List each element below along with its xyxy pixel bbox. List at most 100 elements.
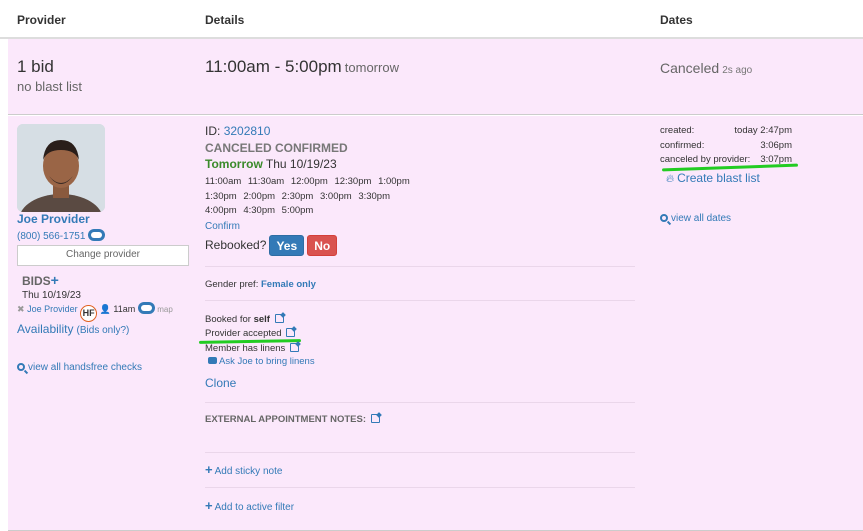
view-all-dates-link[interactable]: view all dates [660,213,731,224]
time-slots-row-3: 4:00pm 4:30pm 5:00pm [205,205,317,216]
rebooked-label: Rebooked? [205,238,267,252]
time-slot[interactable]: 4:30pm [243,205,275,216]
fire-icon: 🔥︎ [666,173,675,185]
status-text: Canceled [660,60,720,76]
id-value-link[interactable]: 3202810 [224,124,271,138]
time-slot[interactable]: 4:00pm [205,205,237,216]
confirmed-date: confirmed: 3:06pm [660,140,792,151]
map-link[interactable]: map [157,305,173,314]
plus-icon: + [205,462,213,477]
time-slot[interactable]: 1:30pm [205,191,237,202]
canceled-label: canceled by provider: [660,154,751,165]
time-slot[interactable]: 2:00pm [243,191,275,202]
time-slot[interactable]: 3:00pm [320,191,352,202]
view-all-dates-label: view all dates [671,213,732,224]
remove-bid-icon[interactable]: ✖ [17,304,25,314]
status-ago: 2s ago [722,65,753,76]
bids-header: BIDS+ [22,272,59,288]
created-date: created: today 2:47pm [660,125,792,136]
zoom-icon [660,214,668,222]
created-value: today 2:47pm [734,125,792,136]
provider-accepted-label: Provider accepted [205,328,282,339]
section-divider [205,452,635,453]
edit-icon[interactable] [274,314,284,323]
member-linens: Member has linens [205,343,299,354]
rebooked-yes-button[interactable]: Yes [269,235,305,256]
add-sticky-note-link[interactable]: + Add sticky note [205,462,282,477]
provider-name-link[interactable]: Joe Provider [17,212,90,226]
confirmed-value: 3:06pm [760,140,792,151]
bids-only-link[interactable]: (Bids only?) [77,325,130,336]
confirmation-status: CANCELED CONFIRMED [205,141,348,155]
section-divider [205,266,635,267]
clone-link[interactable]: Clone [205,376,236,390]
bid-time: 11am [113,304,136,314]
appointment-status: Canceled 2s ago [660,60,752,76]
rebooked-row: Rebooked? Yes No [205,235,338,256]
time-slots-row-1: 11:00am 11:30am 12:00pm 12:30pm 1:00pm [205,176,414,187]
confirm-link[interactable]: Confirm [205,221,240,232]
booked-for: Booked for self [205,314,284,325]
summary-row[interactable] [8,39,863,115]
change-provider-input[interactable]: Change provider [17,245,189,266]
add-bid-plus-icon[interactable]: + [51,272,59,288]
bid-entry: ✖ Joe Provider HF 👤 11am map [17,302,173,322]
time-slot[interactable]: 5:00pm [282,205,314,216]
gender-value-link[interactable]: Female only [261,279,316,290]
column-header-details: Details [205,13,245,27]
ask-linens-link[interactable]: Ask Joe to bring linens [208,356,315,367]
comment-icon [208,357,217,364]
gender-label: Gender pref: [205,279,259,290]
external-notes: EXTERNAL APPOINTMENT NOTES: [205,414,380,425]
provider-accepted: Provider accepted [205,328,296,339]
time-slot[interactable]: 3:30pm [358,191,390,202]
avatar [17,124,105,212]
column-header-dates: Dates [660,13,693,27]
id-label: ID: [205,124,221,138]
view-handsfree-link[interactable]: view all handsfree checks [17,362,142,373]
canceled-date: canceled by provider: 3:07pm [660,154,792,165]
provider-phone-row: (800) 566-1751 [17,229,106,242]
appointment-day: Tomorrow Thu 10/19/23 [205,157,337,171]
edit-icon[interactable] [370,414,380,423]
created-label: created: [660,125,695,136]
add-active-filter-link[interactable]: + Add to active filter [205,498,294,513]
day-label: Tomorrow [205,157,263,171]
add-active-filter-label: Add to active filter [214,502,295,513]
section-divider [205,487,635,488]
external-notes-label: EXTERNAL APPOINTMENT NOTES: [205,414,366,425]
message-icon[interactable] [88,229,106,241]
blast-list-status: no blast list [17,79,83,94]
view-handsfree-label: view all handsfree checks [28,362,142,373]
edit-icon[interactable] [286,328,296,337]
availability-row: Availability (Bids only?) [17,322,129,336]
booked-for-value: self [253,314,270,325]
bids-label: BIDS [22,274,51,288]
time-slot[interactable]: 1:00pm [378,176,410,187]
bid-message-icon[interactable] [137,302,155,314]
rebooked-no-button[interactable]: No [307,235,338,256]
section-divider [205,402,635,403]
section-divider [205,300,635,301]
time-slot[interactable]: 12:00pm [291,176,328,187]
time-slot[interactable]: 11:00am [205,176,241,187]
time-slot[interactable]: 11:30am [248,176,284,187]
plus-icon: + [205,498,213,513]
time-range-day: tomorrow [344,60,399,75]
time-slot[interactable]: 2:30pm [282,191,314,202]
time-slot[interactable]: 12:30pm [334,176,371,187]
bid-provider-link[interactable]: Joe Provider [27,304,78,314]
bid-count: 1 bid [17,57,54,76]
provider-photo[interactable] [17,124,105,212]
create-blast-list-link[interactable]: 🔥︎ Create blast list [666,171,760,186]
column-header-provider: Provider [17,13,66,27]
person-icon: 👤 [99,304,111,314]
zoom-icon [17,363,25,371]
time-range: 11:00am - 5:00pm tomorrow [205,57,399,77]
time-range-text: 11:00am - 5:00pm [205,57,342,76]
gender-pref: Gender pref: Female only [205,279,316,290]
provider-phone-link[interactable]: (800) 566-1751 [17,231,85,242]
edit-icon[interactable] [289,343,299,352]
member-linens-label: Member has linens [205,343,286,354]
availability-link[interactable]: Availability [17,322,73,336]
